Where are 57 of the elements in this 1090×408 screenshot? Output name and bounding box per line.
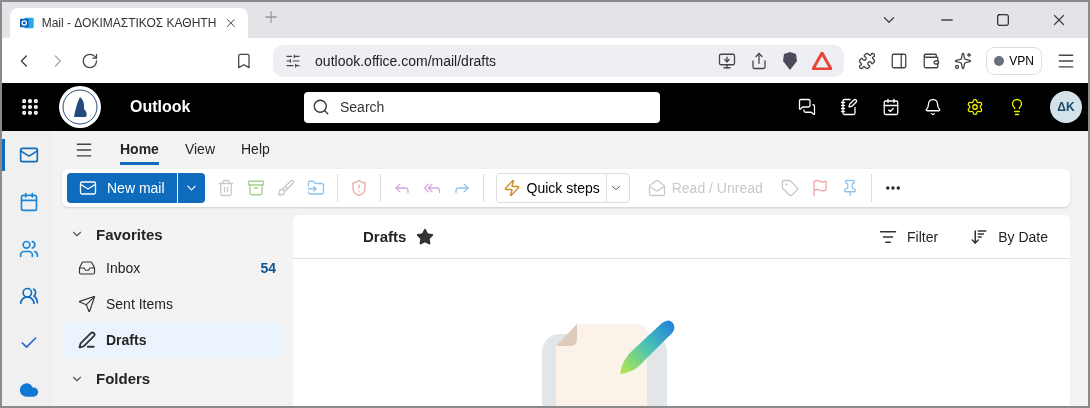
- ribbon-tab[interactable]: View: [184, 135, 215, 165]
- seal-logo: [58, 85, 102, 129]
- inbox-icon: [78, 258, 96, 277]
- sort-button[interactable]: By Date: [964, 226, 1054, 247]
- group-icon: [18, 286, 39, 306]
- app-launcher-icon[interactable]: [20, 97, 40, 117]
- star-icon[interactable]: [416, 227, 435, 246]
- send-icon: [78, 294, 96, 313]
- filter-button[interactable]: Filter: [873, 226, 945, 247]
- folder-item[interactable]: Sent Items: [64, 285, 284, 322]
- wallet-icon[interactable]: [922, 51, 941, 70]
- calendar-icon: [18, 192, 39, 212]
- new-mail-button[interactable]: New mail: [67, 173, 177, 203]
- sidebar-icon[interactable]: [890, 51, 909, 70]
- envelope-icon: [79, 179, 97, 197]
- calendar-check-icon[interactable]: [882, 98, 900, 116]
- ribbon-tab[interactable]: Home: [120, 135, 159, 165]
- reload-icon[interactable]: [81, 51, 100, 70]
- app-title: Outlook: [130, 98, 192, 116]
- pencil-icon: [78, 330, 96, 349]
- triangle-logo-icon[interactable]: [812, 51, 833, 70]
- open-envelope-icon: [647, 179, 666, 197]
- quick-steps-button[interactable]: Quick steps: [495, 173, 630, 203]
- folder-item[interactable]: Drafts: [64, 321, 284, 358]
- status-dot-icon: [994, 55, 1005, 66]
- lion-shield-icon[interactable]: [782, 51, 799, 70]
- search-field[interactable]: Search: [304, 91, 660, 123]
- url-text: outlook.office.com/mail/drafts: [315, 52, 498, 69]
- list-title: Drafts: [363, 228, 407, 245]
- install-icon[interactable]: [718, 51, 737, 70]
- outlook-logo-icon: [20, 15, 34, 31]
- share-icon[interactable]: [750, 51, 769, 70]
- puzzle-icon[interactable]: [858, 51, 877, 70]
- cloud-icon: [18, 380, 39, 400]
- settings-icon[interactable]: [966, 98, 984, 116]
- people-icon: [18, 239, 39, 259]
- avatar[interactable]: ΔΚ: [1050, 91, 1082, 123]
- folder-item[interactable]: Inbox 54: [64, 249, 284, 286]
- bell-icon[interactable]: [924, 98, 942, 116]
- sparkle-icon[interactable]: [954, 51, 973, 70]
- notebook-icon[interactable]: [840, 98, 858, 116]
- chat-icon[interactable]: [798, 98, 816, 116]
- vpn-button[interactable]: VPN: [986, 46, 1042, 75]
- lightning-icon: [502, 179, 521, 197]
- address-bar[interactable]: outlook.office.com/mail/drafts: [273, 44, 845, 77]
- section-header[interactable]: Favorites: [64, 225, 284, 244]
- browser-tab[interactable]: Mail - ΔΟΚΙΜΑΣΤΙΚΟΣ ΚΑΘΗΤΗ: [10, 8, 248, 38]
- section-header[interactable]: Folders: [64, 369, 284, 388]
- tab-title: Mail - ΔΟΚΙΜΑΣΤΙΚΟΣ ΚΑΘΗΤΗ: [41, 16, 217, 30]
- menu-icon[interactable]: [74, 140, 94, 160]
- sort-icon: [970, 227, 989, 246]
- ribbon-tab[interactable]: Help: [241, 135, 270, 165]
- site-settings-icon[interactable]: [285, 52, 302, 69]
- search-icon: [312, 98, 330, 116]
- dropdown-button[interactable]: [176, 173, 205, 203]
- mail-icon: [18, 145, 39, 165]
- maximize-icon[interactable]: [996, 13, 1010, 27]
